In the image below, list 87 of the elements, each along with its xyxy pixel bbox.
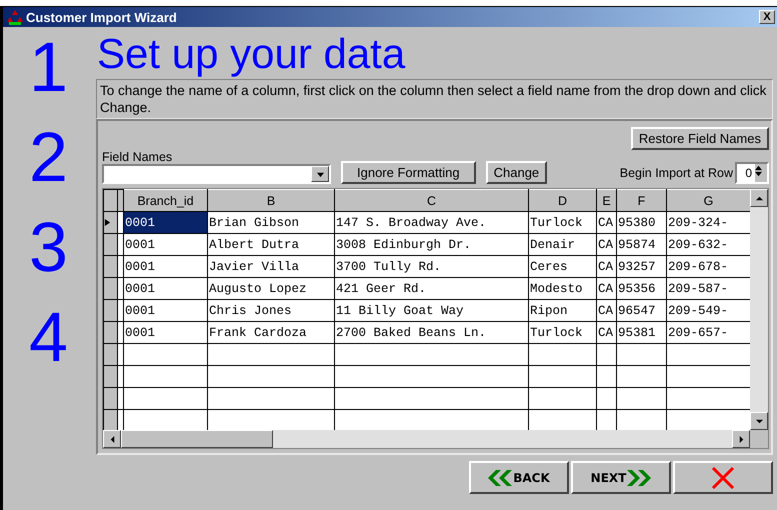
field-names-label: Field Names — [102, 150, 174, 164]
spin-down-icon — [755, 171, 762, 178]
table-cell: 11 Billy Goat Way — [334, 300, 528, 322]
restore-field-names-button[interactable]: Restore Field Names — [630, 127, 769, 150]
scroll-down-icon — [756, 418, 762, 424]
dropdown-arrow-icon — [316, 170, 324, 178]
ignore-formatting-button[interactable]: Ignore Formatting — [341, 161, 476, 184]
table-cell: 0001 — [124, 256, 208, 278]
window-title: Customer Import Wizard — [26, 10, 178, 24]
page-heading: Set up your data — [97, 31, 406, 77]
table-cell: Denair — [528, 234, 596, 256]
table-cell: 0001 — [124, 212, 208, 234]
table-cell: 2700 Baked Beans Ln. — [334, 322, 528, 344]
double-chevron-icon — [488, 470, 512, 486]
table-cell: Brian Gibson — [208, 212, 334, 234]
table-cell: CA — [596, 256, 616, 278]
table-cell: 3700 Tully Rd. — [334, 256, 528, 278]
step-number: 4 — [29, 305, 68, 369]
field-names-dropdown[interactable] — [102, 164, 331, 184]
step-number: 3 — [29, 215, 68, 279]
table-cell: 0001 — [124, 278, 208, 300]
table-cell: 95356 — [616, 278, 666, 300]
change-button[interactable]: Change — [486, 161, 548, 184]
table-cell: Albert Dutra — [208, 234, 334, 256]
current-row-icon — [104, 218, 111, 226]
table-cell: Ceres — [528, 256, 596, 278]
table-cell: 209-678- — [666, 256, 750, 278]
table-cell: CA — [596, 234, 616, 256]
scroll-left-icon — [108, 436, 116, 442]
table-cell: 0001 — [124, 322, 208, 344]
spin-up-icon — [755, 164, 762, 171]
step-number: 1 — [29, 35, 68, 99]
table-cell: Turlock — [528, 212, 596, 234]
step-number: 2 — [29, 125, 68, 189]
table-cell: 95381 — [616, 322, 666, 344]
column-header[interactable]: F — [616, 190, 666, 212]
cancel-button[interactable] — [673, 461, 773, 494]
scroll-up-icon — [756, 194, 762, 202]
table-cell: 209-632- — [666, 234, 750, 256]
row-header[interactable] — [104, 256, 118, 278]
table-cell: 209-549- — [666, 300, 750, 322]
next-button[interactable]: NEXT — [571, 461, 671, 494]
table-cell: 209-324- — [666, 212, 750, 234]
table-cell: CA — [596, 322, 616, 344]
close-icon — [711, 466, 735, 488]
table-cell: 421 Geer Rd. — [334, 278, 528, 300]
table-cell: 209-587- — [666, 278, 750, 300]
table-cell: 0001 — [124, 234, 208, 256]
table-cell: 95874 — [616, 234, 666, 256]
table-cell: 209-657- — [666, 322, 750, 344]
table-cell: CA — [596, 212, 616, 234]
table-cell: 0001 — [124, 300, 208, 322]
table-cell: Turlock — [528, 322, 596, 344]
row-header[interactable] — [104, 300, 118, 322]
table-cell: 93257 — [616, 256, 666, 278]
column-header[interactable]: G — [666, 190, 750, 212]
column-header[interactable]: D — [528, 190, 596, 212]
begin-import-label: Begin Import at Row — [620, 166, 733, 180]
table-cell: 147 S. Broadway Ave. — [334, 212, 528, 234]
instructions-text: To change the name of a column, first click on the column then select a field name from the drop down and click Change. — [96, 79, 773, 119]
table-cell: Javier Villa — [208, 256, 334, 278]
table-cell: Modesto — [528, 278, 596, 300]
app-logo-icon — [7, 9, 23, 25]
row-header[interactable] — [104, 212, 118, 234]
double-chevron-icon — [627, 470, 652, 486]
column-header[interactable]: E — [596, 190, 616, 212]
table-cell: 3008 Edinburgh Dr. — [334, 234, 528, 256]
table-cell: Frank Cardoza — [208, 322, 334, 344]
table-cell: 95380 — [616, 212, 666, 234]
close-button[interactable]: X — [759, 10, 775, 24]
row-header[interactable] — [104, 322, 118, 344]
table-cell: 96547 — [616, 300, 666, 322]
table-cell: Ripon — [528, 300, 596, 322]
vertical-scrollbar[interactable] — [750, 189, 768, 430]
row-header[interactable] — [104, 234, 118, 256]
table-cell: Chris Jones — [208, 300, 334, 322]
back-button[interactable]: BACK — [469, 461, 569, 494]
table-cell: Augusto Lopez — [208, 278, 334, 300]
table-cell: CA — [596, 300, 616, 322]
begin-import-spinner[interactable]: 0 — [735, 162, 769, 184]
column-header[interactable]: C — [334, 190, 528, 212]
column-header[interactable]: B — [208, 190, 334, 212]
table-cell: CA — [596, 278, 616, 300]
horizontal-scrollbar[interactable] — [103, 430, 750, 448]
column-header[interactable]: Branch_id — [124, 190, 208, 212]
scroll-right-icon — [738, 436, 744, 442]
row-header[interactable] — [104, 278, 118, 300]
